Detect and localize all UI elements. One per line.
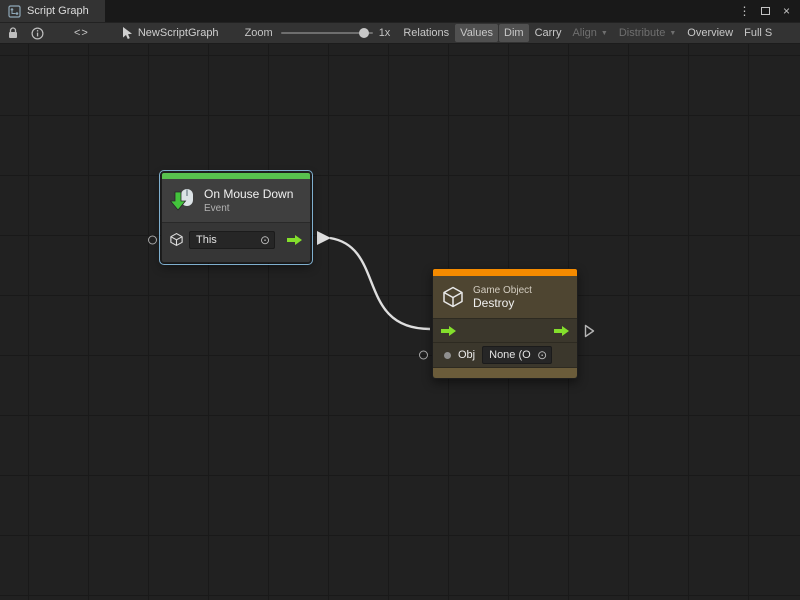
align-label: Align bbox=[572, 27, 596, 39]
chevron-down-icon: ▼ bbox=[669, 30, 676, 37]
graph-name: NewScriptGraph bbox=[138, 27, 219, 39]
connection-wire[interactable] bbox=[330, 238, 430, 329]
maximize-button[interactable] bbox=[757, 2, 774, 20]
game-object-cube-icon bbox=[441, 285, 465, 309]
destroy-node[interactable]: Game Object Destroy bbox=[432, 268, 578, 379]
event-node-header: On Mouse Down Event bbox=[162, 179, 310, 222]
zoom-slider-handle[interactable] bbox=[359, 28, 369, 38]
script-graph-icon bbox=[8, 2, 21, 20]
zoom-control: Zoom 1x bbox=[245, 26, 391, 40]
overview-button[interactable]: Overview bbox=[682, 24, 738, 42]
object-picker-icon[interactable]: ⊙ bbox=[260, 234, 270, 246]
node-title: On Mouse Down bbox=[204, 187, 293, 201]
flow-continuation-handle[interactable] bbox=[584, 324, 595, 338]
this-dropdown-value: This bbox=[196, 234, 217, 246]
connection-start-arrow bbox=[317, 231, 331, 245]
wire-layer bbox=[0, 44, 800, 600]
distribute-button[interactable]: Distribute ▼ bbox=[614, 24, 681, 42]
maximize-icon bbox=[761, 7, 770, 15]
chevron-down-icon: ▼ bbox=[601, 30, 608, 37]
relations-button[interactable]: Relations bbox=[398, 24, 454, 42]
lock-button[interactable] bbox=[6, 24, 20, 42]
destroy-flow-row bbox=[433, 318, 577, 342]
graph-breadcrumb[interactable]: NewScriptGraph bbox=[121, 26, 219, 40]
flow-output-port[interactable] bbox=[553, 325, 570, 337]
zoom-value: 1x bbox=[379, 27, 391, 39]
destroy-node-header: Game Object Destroy bbox=[433, 276, 577, 318]
tab-bar: Script Graph ⋮ × bbox=[0, 0, 800, 22]
this-dropdown[interactable]: This ⊙ bbox=[189, 231, 275, 249]
object-picker-icon[interactable]: ⊙ bbox=[537, 349, 547, 361]
node-category: Game Object bbox=[473, 285, 532, 296]
align-button[interactable]: Align ▼ bbox=[567, 24, 612, 42]
distribute-label: Distribute bbox=[619, 27, 665, 39]
lock-icon bbox=[7, 27, 19, 40]
mouse-down-event-icon bbox=[170, 188, 196, 214]
obj-object-value: None (O bbox=[489, 349, 531, 361]
script-graph-window: Script Graph ⋮ × <> NewSc bbox=[0, 0, 800, 600]
event-node-footer bbox=[162, 256, 310, 262]
zoom-label: Zoom bbox=[245, 27, 273, 39]
target-input-port[interactable] bbox=[148, 235, 157, 244]
obj-input-port[interactable] bbox=[419, 351, 428, 360]
value-dot-icon bbox=[444, 352, 451, 359]
info-button[interactable] bbox=[30, 24, 44, 42]
tab-title: Script Graph bbox=[27, 5, 89, 17]
on-mouse-down-node[interactable]: On Mouse Down Event This ⊙ bbox=[161, 172, 311, 263]
fullscreen-button[interactable]: Full S bbox=[739, 24, 777, 42]
graph-cursor-icon bbox=[121, 26, 133, 40]
close-button[interactable]: × bbox=[778, 2, 795, 20]
graph-canvas[interactable]: On Mouse Down Event This ⊙ bbox=[0, 44, 800, 600]
game-object-cube-icon bbox=[169, 232, 184, 247]
window-controls: ⋮ × bbox=[736, 0, 800, 22]
info-icon bbox=[31, 27, 44, 40]
toolbar-buttons: Relations Values Dim Carry Align ▼ Distr… bbox=[398, 24, 778, 42]
zoom-slider[interactable] bbox=[281, 26, 373, 40]
node-subtitle: Event bbox=[204, 203, 293, 214]
destroy-param-row: Obj None (O ⊙ bbox=[433, 342, 577, 367]
obj-object-field[interactable]: None (O ⊙ bbox=[482, 346, 552, 364]
carry-button[interactable]: Carry bbox=[530, 24, 567, 42]
tab-script-graph[interactable]: Script Graph bbox=[0, 0, 105, 22]
obj-param-label: Obj bbox=[458, 349, 475, 361]
destroy-node-titles: Game Object Destroy bbox=[473, 285, 532, 310]
values-button[interactable]: Values bbox=[455, 24, 498, 42]
flow-output-port[interactable] bbox=[286, 234, 303, 246]
node-title: Destroy bbox=[473, 296, 532, 310]
event-node-titles: On Mouse Down Event bbox=[204, 187, 293, 214]
event-node-body: This ⊙ bbox=[162, 222, 310, 256]
code-button[interactable]: <> bbox=[74, 27, 89, 39]
graph-toolbar: <> NewScriptGraph Zoom 1x Relations Valu… bbox=[0, 22, 800, 44]
dim-button[interactable]: Dim bbox=[499, 24, 529, 42]
destroy-node-footer bbox=[433, 367, 577, 378]
flow-input-port[interactable] bbox=[440, 325, 457, 337]
window-menu-button[interactable]: ⋮ bbox=[736, 2, 753, 20]
destroy-accent-strip bbox=[433, 269, 577, 276]
